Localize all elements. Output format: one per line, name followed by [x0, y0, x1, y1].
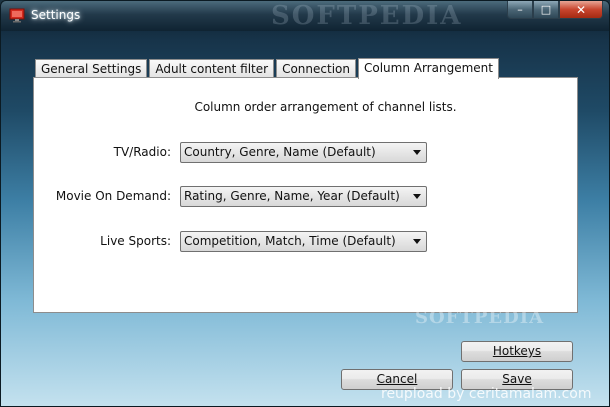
maximize-button[interactable]: □ — [533, 1, 559, 19]
movie-on-demand-label: Movie On Demand: — [55, 189, 171, 203]
tab-strip: General Settings Adult content filter Co… — [35, 56, 501, 79]
panel-heading: Column order arrangement of channel list… — [194, 100, 457, 114]
tab-connection[interactable]: Connection — [276, 59, 356, 78]
reupload-footer-text: reupload by ceritamalam.com — [381, 386, 592, 402]
title-bar[interactable]: Settings SOFTPEDIA – □ ✕ — [1, 1, 609, 31]
movie-on-demand-value: Rating, Genre, Name, Year (Default) — [184, 189, 400, 203]
hotkeys-button[interactable]: Hotkeys — [461, 341, 573, 362]
chevron-down-icon — [413, 239, 421, 244]
minimize-icon: – — [517, 3, 523, 16]
tab-adult-content-filter[interactable]: Adult content filter — [149, 59, 275, 78]
close-icon: ✕ — [575, 2, 587, 17]
client-area: General Settings Adult content filter Co… — [9, 31, 601, 399]
tv-radio-select[interactable]: Country, Genre, Name (Default) — [180, 142, 427, 163]
live-sports-select[interactable]: Competition, Match, Time (Default) — [180, 231, 427, 252]
watermark-top: SOFTPEDIA — [271, 1, 463, 31]
chevron-down-icon — [413, 150, 421, 155]
caption-buttons: – □ ✕ — [507, 1, 603, 19]
live-sports-label: Live Sports: — [100, 234, 171, 248]
tab-column-arrangement[interactable]: Column Arrangement — [357, 58, 499, 79]
tab-general-settings[interactable]: General Settings — [35, 59, 148, 78]
minimize-button[interactable]: – — [507, 1, 533, 19]
close-button[interactable]: ✕ — [559, 1, 603, 19]
monitor-icon — [9, 8, 25, 23]
chevron-down-icon — [413, 194, 421, 199]
movie-on-demand-select[interactable]: Rating, Genre, Name, Year (Default) — [180, 186, 427, 207]
live-sports-value: Competition, Match, Time (Default) — [184, 234, 396, 248]
watermark-bottom: SOFTPEDIA — [415, 307, 545, 328]
tv-radio-value: Country, Genre, Name (Default) — [184, 145, 376, 159]
column-arrangement-panel: Column order arrangement of channel list… — [33, 77, 578, 313]
maximize-icon: □ — [540, 3, 552, 16]
tv-radio-label: TV/Radio: — [113, 145, 171, 159]
window-title: Settings — [31, 8, 81, 22]
settings-window: Settings SOFTPEDIA – □ ✕ General Setting… — [0, 0, 610, 407]
